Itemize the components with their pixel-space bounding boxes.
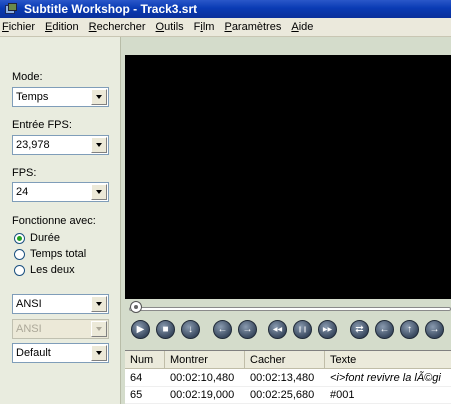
- radio-les-deux[interactable]: Les deux: [14, 263, 75, 277]
- menu-label-part: utils: [164, 20, 184, 33]
- seek-handle[interactable]: [130, 301, 142, 313]
- cell-text: #001: [330, 389, 355, 401]
- window-title: Subtitle Workshop - Track3.srt: [24, 2, 198, 16]
- radio-duree[interactable]: Durée: [14, 231, 60, 245]
- charset-select[interactable]: ANSI: [12, 294, 109, 314]
- input-fps-label: Entrée FPS:: [12, 119, 72, 131]
- radio-duree-label: Durée: [30, 232, 60, 244]
- seek-bar[interactable]: [129, 307, 451, 311]
- input-fps-value: 23,978: [16, 139, 50, 151]
- table-row[interactable]: 64 00:02:10,480 00:02:13,480 <i>font rev…: [125, 370, 451, 387]
- menu-label-part: lm: [202, 20, 215, 33]
- menu-item-rechercher[interactable]: Rechercher: [84, 18, 151, 37]
- mode-select[interactable]: Temps: [12, 87, 109, 107]
- chevron-down-icon[interactable]: [91, 296, 107, 312]
- right-arrow-icon[interactable]: →: [425, 320, 444, 339]
- pause-icon[interactable]: ❙❙: [293, 320, 312, 339]
- input-fps-select[interactable]: 23,978: [12, 135, 109, 155]
- table-row[interactable]: 65 00:02:19,000 00:02:25,680 #001: [125, 387, 451, 404]
- back-icon[interactable]: ←: [213, 320, 232, 339]
- menu-label-part: P: [224, 20, 232, 33]
- fps-value: 24: [16, 186, 29, 198]
- menu-label-part: F: [2, 20, 9, 33]
- cell-show: 00:02:10,480: [170, 372, 235, 384]
- radio-selected-icon: [14, 232, 25, 244]
- rewind-icon[interactable]: ◀◀: [268, 320, 287, 339]
- menu-label-part: ide: [298, 20, 314, 33]
- chevron-down-icon: [91, 321, 107, 337]
- stop-icon[interactable]: ■: [156, 320, 175, 339]
- cell-hide: 00:02:13,480: [250, 372, 315, 384]
- cell-num: 64: [130, 372, 143, 384]
- menu-label-part: echercher: [96, 20, 146, 33]
- mode-label: Mode:: [12, 71, 43, 83]
- grid-header: Num Montrer Cacher Texte: [125, 351, 451, 369]
- title-bar[interactable]: Subtitle Workshop - Track3.srt: [0, 0, 451, 18]
- style-value: Default: [16, 347, 51, 359]
- chevron-down-icon[interactable]: [91, 137, 107, 153]
- up-arrow-icon[interactable]: ↑: [400, 320, 419, 339]
- fps-select[interactable]: 24: [12, 182, 109, 202]
- menu-item-fichier[interactable]: Fichier: [0, 18, 40, 37]
- charset-secondary-select: ANSI: [12, 319, 109, 339]
- charset-secondary-value: ANSI: [16, 323, 42, 335]
- works-with-label: Fonctionne avec:: [12, 215, 96, 227]
- column-header-hide[interactable]: Cacher: [245, 351, 325, 369]
- loop-icon[interactable]: ⇄: [350, 320, 369, 339]
- cell-text: <i>font revivre la lÃ©gi: [330, 372, 441, 384]
- column-header-num[interactable]: Num: [125, 351, 165, 369]
- menu-item-film[interactable]: Film: [189, 18, 220, 37]
- left-arrow-icon[interactable]: ←: [375, 320, 394, 339]
- main-area: ▶ ■ ↓ ← → ◀◀ ❙❙ ▶▶ ⇄ ← ↑ → Num Montrer Cacher Texte…: [122, 37, 451, 404]
- cell-num: 65: [130, 389, 143, 401]
- radio-icon: [14, 248, 25, 260]
- menu-item-outils[interactable]: Outils: [151, 18, 189, 37]
- forward-icon[interactable]: →: [238, 320, 257, 339]
- chevron-down-icon[interactable]: [91, 184, 107, 200]
- style-select[interactable]: Default: [12, 343, 109, 363]
- app-icon: [4, 2, 18, 16]
- column-header-text[interactable]: Texte: [325, 351, 451, 369]
- radio-total-label: Temps total: [30, 248, 87, 260]
- cell-hide: 00:02:25,680: [250, 389, 315, 401]
- radio-icon: [14, 264, 25, 276]
- play-icon[interactable]: ▶: [131, 320, 150, 339]
- menu-label-part: ichier: [8, 20, 36, 33]
- menu-label-part: O: [155, 20, 165, 33]
- cell-show: 00:02:19,000: [170, 389, 235, 401]
- menu-label-part: dition: [52, 20, 79, 33]
- video-preview[interactable]: [125, 55, 451, 299]
- radio-temps-total[interactable]: Temps total: [14, 247, 86, 261]
- menu-item-paramètres[interactable]: Paramètres: [219, 18, 286, 37]
- radio-both-label: Les deux: [30, 264, 75, 276]
- charset-value: ANSI: [16, 298, 42, 310]
- subtitle-grid[interactable]: Num Montrer Cacher Texte 64 00:02:10,480…: [125, 350, 451, 404]
- menu-item-edition[interactable]: Edition: [40, 18, 84, 37]
- menu-label-part: aramètres: [231, 20, 282, 33]
- chevron-down-icon[interactable]: [91, 345, 107, 361]
- mode-value: Temps: [16, 91, 49, 103]
- menu-label-part: R: [88, 20, 97, 33]
- fps-label: FPS:: [12, 167, 37, 179]
- chevron-down-icon[interactable]: [91, 89, 107, 105]
- down-icon[interactable]: ↓: [181, 320, 200, 339]
- menu-bar: Fichier Edition Rechercher Outils Film Paramè…: [0, 18, 451, 37]
- menu-label-part: A: [291, 20, 299, 33]
- menu-item-aide[interactable]: Aide: [286, 18, 318, 37]
- settings-panel: Mode: Temps Entrée FPS: 23,978 FPS: 24 F…: [0, 37, 121, 404]
- fast-forward-icon[interactable]: ▶▶: [318, 320, 337, 339]
- column-header-show[interactable]: Montrer: [165, 351, 245, 369]
